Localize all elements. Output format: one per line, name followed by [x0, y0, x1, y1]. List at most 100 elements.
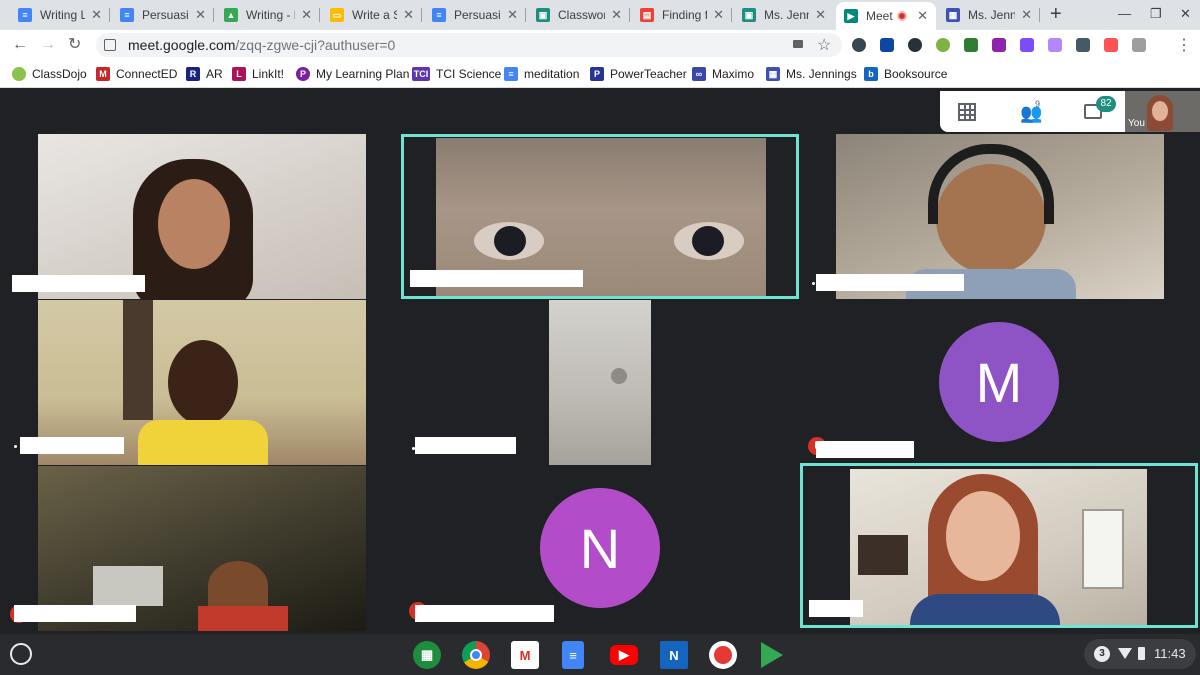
tile-layout-icon[interactable]	[958, 103, 976, 121]
tci-icon: TCI	[412, 67, 430, 81]
extension-icon[interactable]	[964, 38, 978, 52]
bookmark-meditation[interactable]: ≡ meditation	[504, 66, 579, 82]
docs-icon: ≡	[18, 8, 32, 22]
participant-tile-teacher[interactable]	[800, 463, 1200, 631]
minimize-icon[interactable]: —	[1118, 6, 1131, 21]
camera-in-use-icon[interactable]	[793, 40, 803, 48]
tab-writing[interactable]: ≡ Writing Le ✕	[10, 2, 110, 28]
pdf-extension-icon[interactable]	[1048, 38, 1062, 52]
close-icon[interactable]: ✕	[917, 8, 928, 24]
maximize-icon[interactable]: ❐	[1150, 6, 1162, 22]
bookmark-label: Booksource	[884, 67, 948, 81]
meet-video-grid: M N	[0, 89, 1200, 641]
self-view-thumbnail[interactable]: You	[1125, 91, 1200, 132]
gmail-app-icon[interactable]: M	[511, 641, 539, 669]
bookmark-ms-jennings[interactable]: ▦ Ms. Jennings	[766, 66, 857, 82]
tab-persuasive-2[interactable]: ≡ Persuasio ✕	[424, 2, 526, 28]
self-view-label: You	[1128, 118, 1145, 129]
participant-name-bar	[14, 605, 136, 622]
tab-persuasive-1[interactable]: ≡ Persuasio ✕	[112, 2, 214, 28]
bookmark-my-learning-plan[interactable]: P My Learning Plan	[296, 66, 409, 82]
tab-ms-jennings-1[interactable]: ▣ Ms. Jenni ✕	[734, 2, 834, 28]
extensions-puzzle-icon[interactable]	[1132, 38, 1146, 52]
close-icon[interactable]: ✕	[815, 7, 826, 23]
close-icon[interactable]: ✕	[91, 7, 102, 23]
bookmark-label: AR	[206, 67, 223, 81]
participant-tile[interactable]	[0, 89, 400, 299]
close-icon[interactable]: ✕	[507, 7, 518, 23]
record-app-icon[interactable]	[709, 641, 737, 669]
calendar-icon: ▤	[640, 8, 654, 22]
play-store-app-icon[interactable]	[758, 641, 786, 669]
launcher-icon[interactable]	[10, 643, 32, 665]
bookmark-label: ConnectED	[116, 67, 178, 81]
reload-icon[interactable]: ↻	[68, 35, 81, 55]
close-window-icon[interactable]: ✕	[1180, 6, 1191, 22]
classroom-app-icon[interactable]: ▦	[413, 641, 441, 669]
bookmark-maximo[interactable]: ∞ Maximo	[692, 66, 754, 82]
classdojo-icon	[12, 67, 26, 81]
new-tab-button[interactable]: +	[1050, 4, 1062, 24]
participant-tile[interactable]	[400, 299, 800, 465]
participant-tile[interactable]	[800, 134, 1200, 299]
extension-icon[interactable]	[1020, 38, 1034, 52]
menu-icon[interactable]: ⋮	[1176, 35, 1192, 55]
forward-icon[interactable]: →	[40, 35, 56, 55]
tab-write-a-story[interactable]: ▭ Write a St ✕	[322, 2, 422, 28]
bookmark-connected[interactable]: M ConnectED	[96, 66, 177, 82]
participant-tile[interactable]	[0, 299, 400, 465]
bookmark-label: My Learning Plan	[316, 67, 410, 81]
docs-app-icon[interactable]: ≡	[562, 641, 584, 669]
participant-tile-active-speaker[interactable]	[400, 134, 800, 299]
bookmark-label: Maximo	[712, 67, 755, 81]
maximo-icon: ∞	[692, 67, 706, 81]
close-icon[interactable]: ✕	[403, 7, 414, 23]
tab-classwork[interactable]: ▣ Classwor ✕	[528, 2, 630, 28]
close-icon[interactable]: ✕	[713, 7, 724, 23]
lock-icon	[104, 39, 116, 51]
status-tray[interactable]: 3 11:43	[1084, 639, 1196, 669]
close-icon[interactable]: ✕	[1021, 7, 1032, 23]
participant-tile[interactable]	[0, 465, 400, 631]
avatar-letter: M	[975, 350, 1023, 414]
address-bar[interactable]: meet.google.com/zqq-zgwe-cji?authuser=0	[96, 33, 842, 57]
battery-icon	[1138, 647, 1145, 660]
rocket-extension-icon[interactable]	[1076, 38, 1090, 52]
bookmark-label: Ms. Jennings	[786, 67, 857, 81]
powerteacher-icon: P	[590, 67, 604, 81]
tab-finding[interactable]: ▤ Finding fi ✕	[632, 2, 732, 28]
bookmark-booksource[interactable]: b Booksource	[864, 66, 947, 82]
bookmark-tci-science[interactable]: TCI TCI Science	[412, 66, 501, 82]
tab-ms-jennings-2[interactable]: ▦ Ms. Jenni ✕	[938, 2, 1040, 28]
participant-avatar: M	[939, 322, 1059, 442]
people-count: 9	[1035, 99, 1041, 109]
tab-title: Writing - F	[246, 8, 295, 22]
back-icon[interactable]: ←	[12, 35, 28, 55]
participant-avatar: N	[540, 488, 660, 608]
close-icon[interactable]: ✕	[611, 7, 622, 23]
tab-title: Write a St	[352, 8, 397, 22]
bookmark-linkit[interactable]: L LinkIt!	[232, 66, 284, 82]
close-icon[interactable]: ✕	[195, 7, 206, 23]
tab-meet[interactable]: ▶ Meet ✕	[836, 2, 936, 30]
extension-icon[interactable]	[1104, 38, 1118, 52]
close-icon[interactable]: ✕	[301, 7, 312, 23]
bookmark-classdojo[interactable]: ClassDojo	[12, 66, 87, 82]
tab-title: Finding fi	[662, 8, 708, 22]
tab-writing-drive[interactable]: ▲ Writing - F ✕	[216, 2, 320, 28]
participant-tile[interactable]: M	[800, 299, 1200, 465]
extension-icon[interactable]	[880, 38, 894, 52]
bookmark-star-icon[interactable]: ☆	[817, 35, 831, 55]
youtube-app-icon[interactable]: ▶	[610, 645, 638, 665]
bookmark-powerteacher[interactable]: P PowerTeacher	[590, 66, 687, 82]
participant-tile[interactable]: N	[400, 465, 800, 631]
news-app-icon[interactable]: N	[660, 641, 688, 669]
participant-name-bar	[415, 437, 516, 454]
extension-shield-icon[interactable]	[908, 38, 922, 52]
participant-video	[549, 300, 651, 465]
chrome-app-icon[interactable]	[462, 641, 490, 669]
bookmark-ar[interactable]: R AR	[186, 66, 223, 82]
extension-icon[interactable]	[936, 38, 950, 52]
extension-shield-icon[interactable]	[852, 38, 866, 52]
extension-icon[interactable]	[992, 38, 1006, 52]
